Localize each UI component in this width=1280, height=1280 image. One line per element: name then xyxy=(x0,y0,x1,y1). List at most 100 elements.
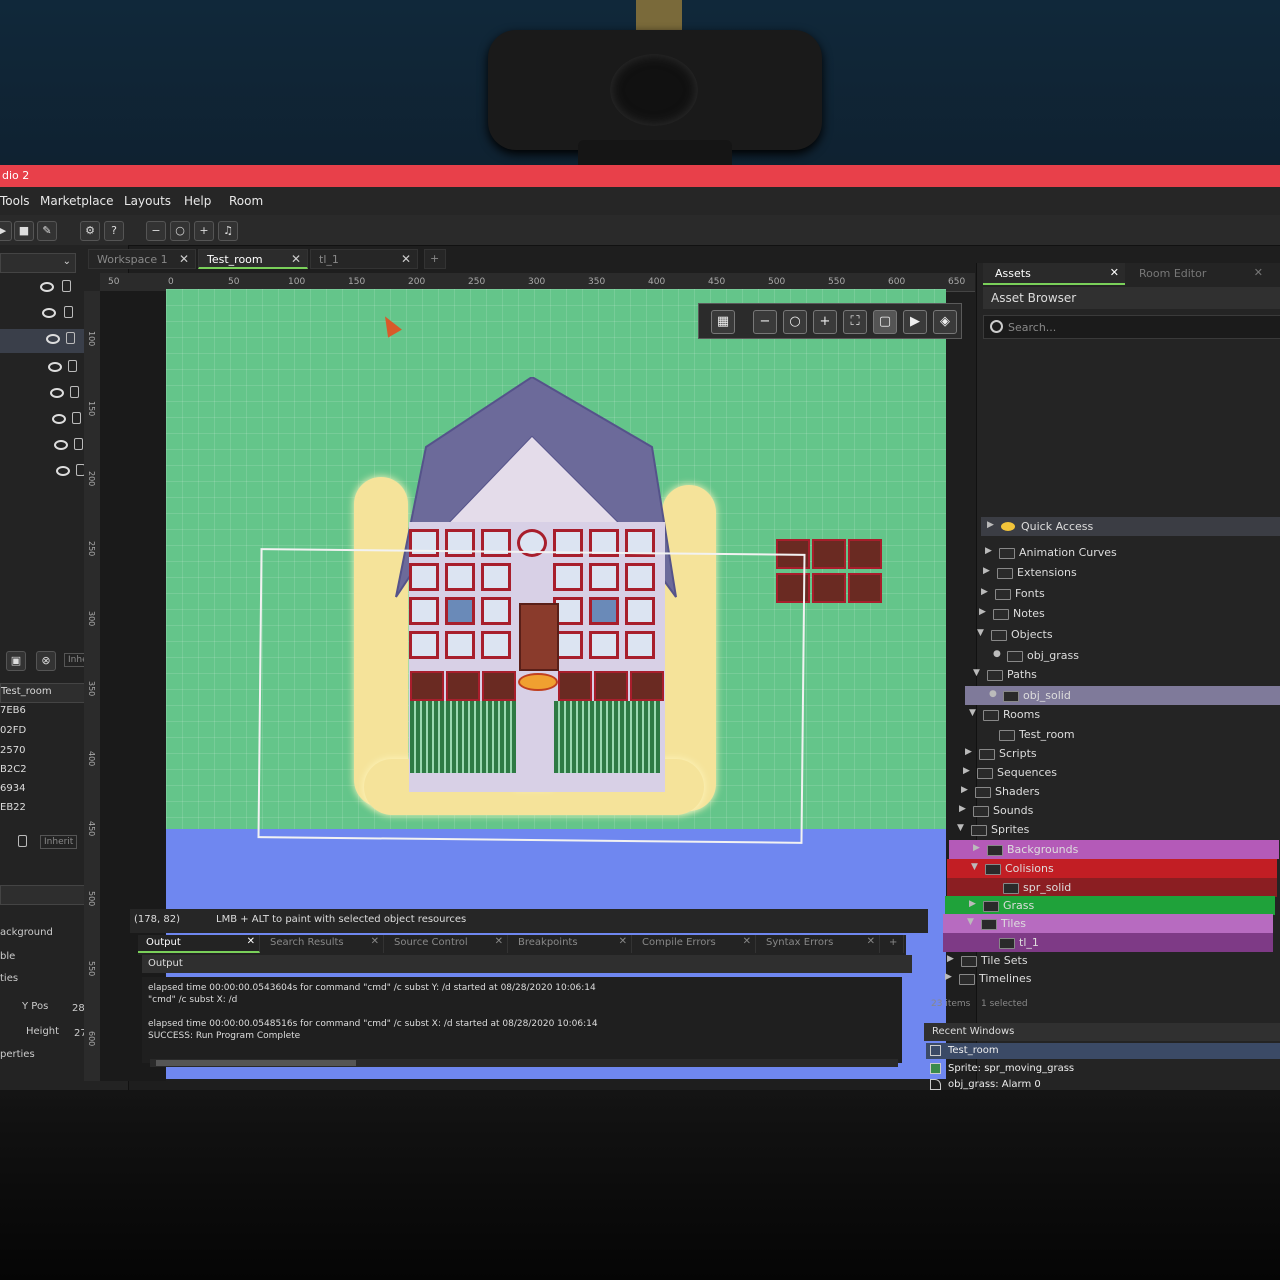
tree-item[interactable]: ▶ Animation Curves xyxy=(979,543,1280,562)
tree-item[interactable]: ▶ Scripts xyxy=(959,744,1280,763)
eye-icon[interactable] xyxy=(48,362,62,372)
tree-item[interactable]: ▶ Timelines xyxy=(939,969,1269,988)
eye-icon[interactable] xyxy=(42,308,56,318)
tree-item[interactable]: ▼ Objects xyxy=(971,625,1280,644)
close-icon[interactable]: ✕ xyxy=(401,252,411,266)
tree-item[interactable]: ▼ Tiles xyxy=(943,914,1273,933)
tree-item[interactable]: ▼ Rooms xyxy=(963,705,1280,724)
lock-icon[interactable] xyxy=(18,835,27,847)
chevron-down-icon[interactable]: ▼ xyxy=(973,668,980,678)
tree-item[interactable]: ▶ Sequences xyxy=(957,763,1280,782)
eye-icon[interactable] xyxy=(52,414,66,424)
chevron-right-icon[interactable]: ▶ xyxy=(945,972,952,982)
chevron-down-icon[interactable]: ▼ xyxy=(971,862,978,872)
menu-layouts[interactable]: Layouts xyxy=(124,194,171,208)
add-tab-button[interactable]: + xyxy=(884,935,904,953)
clean-icon[interactable]: ✎ xyxy=(37,221,57,241)
tree-item[interactable]: Test_room xyxy=(961,725,1280,744)
add-folder-icon[interactable]: ▣ xyxy=(6,651,26,671)
instance-item[interactable]: 02FD xyxy=(0,725,26,736)
tree-item[interactable]: ▼ Paths xyxy=(967,665,1280,684)
tree-item[interactable]: ▼ Sprites xyxy=(951,820,1280,839)
tile-crate[interactable] xyxy=(848,539,882,569)
tree-item[interactable]: ● obj_solid xyxy=(965,686,1280,705)
zoom-out-icon[interactable]: − xyxy=(753,310,777,334)
lock-icon[interactable] xyxy=(62,280,71,292)
bullet-icon[interactable]: ● xyxy=(989,689,997,699)
tree-item[interactable]: spr_solid xyxy=(947,878,1277,897)
tree-item[interactable]: ▶ Grass xyxy=(945,896,1275,915)
layers-icon[interactable]: ◈ xyxy=(933,310,957,334)
layer-view-dropdown[interactable]: ⌄ xyxy=(0,253,76,273)
tree-item[interactable]: ▶ Fonts xyxy=(975,584,1280,603)
close-icon[interactable]: ✕ xyxy=(867,936,875,947)
menu-room[interactable]: Room xyxy=(229,194,263,208)
tree-item[interactable]: tl_1 xyxy=(943,933,1273,952)
bullet-icon[interactable]: ● xyxy=(993,649,1001,659)
lock-icon[interactable] xyxy=(68,360,77,372)
tree-item[interactable]: ▶ Tile Sets xyxy=(941,951,1271,970)
zoom-reset-icon[interactable]: ○ xyxy=(783,310,807,334)
tree-item[interactable]: ▶ Backgrounds xyxy=(949,840,1279,859)
add-tab-button[interactable]: + xyxy=(424,249,446,269)
chevron-right-icon[interactable]: ▶ xyxy=(985,546,992,556)
chevron-down-icon[interactable]: ▼ xyxy=(969,708,976,718)
tab-output[interactable]: Output ✕ xyxy=(138,935,260,953)
tab-syntax-errors[interactable]: Syntax Errors ✕ xyxy=(758,935,880,953)
asset-search-input[interactable]: Search... xyxy=(983,315,1280,339)
output-log[interactable]: elapsed time 00:00:00.0543604s for comma… xyxy=(142,977,902,1063)
play-icon[interactable]: ▶ xyxy=(0,221,12,241)
close-icon[interactable]: ✕ xyxy=(495,936,503,947)
zoom-in-icon[interactable]: + xyxy=(813,310,837,334)
zoom-out-icon[interactable]: − xyxy=(146,221,166,241)
menu-tools[interactable]: Tools xyxy=(0,194,30,208)
chevron-right-icon[interactable]: ▶ xyxy=(969,899,976,909)
tree-item[interactable]: ● obj_grass xyxy=(969,646,1280,665)
tree-item[interactable]: ▶ Shaders xyxy=(955,782,1280,801)
close-icon[interactable]: ✕ xyxy=(619,936,627,947)
lock-icon[interactable] xyxy=(64,306,73,318)
eye-icon[interactable] xyxy=(40,282,54,292)
tab-assets[interactable]: Assets ✕ xyxy=(983,263,1125,285)
instance-item[interactable]: EB22 xyxy=(0,802,26,813)
close-icon[interactable]: ✕ xyxy=(1254,266,1263,279)
selection-rectangle[interactable] xyxy=(257,548,806,844)
tab-search-results[interactable]: Search Results ✕ xyxy=(262,935,384,953)
stop-icon[interactable]: ■ xyxy=(14,221,34,241)
chevron-right-icon[interactable]: ▶ xyxy=(979,607,986,617)
recent-window-item[interactable]: Sprite: spr_moving_grass xyxy=(926,1061,1280,1077)
close-icon[interactable]: ✕ xyxy=(371,936,379,947)
chevron-right-icon[interactable]: ▶ xyxy=(981,587,988,597)
close-icon[interactable]: ✕ xyxy=(179,252,189,266)
chevron-right-icon[interactable]: ▶ xyxy=(965,747,972,757)
tab-test-room[interactable]: Test_room ✕ xyxy=(198,249,308,269)
tile-crate[interactable] xyxy=(848,573,882,603)
tree-item[interactable]: ▼ Colisions xyxy=(947,859,1277,878)
instance-item[interactable]: B2C2 xyxy=(0,764,27,775)
chevron-right-icon[interactable]: ▶ xyxy=(961,785,968,795)
eye-icon[interactable] xyxy=(50,388,64,398)
instance-item[interactable]: 7EB6 xyxy=(0,705,26,716)
zoom-in-icon[interactable]: + xyxy=(194,221,214,241)
close-icon[interactable]: ✕ xyxy=(291,252,301,266)
lock-icon[interactable] xyxy=(72,412,81,424)
tab-tl-1[interactable]: tl_1 ✕ xyxy=(310,249,418,269)
eye-icon[interactable] xyxy=(56,466,70,476)
fit-view-icon[interactable]: ⛶ xyxy=(843,310,867,334)
tab-room-editor[interactable]: Room Editor ✕ xyxy=(1127,263,1269,285)
chevron-down-icon[interactable]: ▼ xyxy=(957,823,964,833)
chevron-down-icon[interactable]: ▼ xyxy=(977,628,984,638)
grid-icon[interactable]: ▦ xyxy=(711,310,735,334)
tree-item[interactable]: ▶ Extensions xyxy=(977,563,1280,582)
tile-crate[interactable] xyxy=(812,573,846,603)
chevron-right-icon[interactable]: ▶ xyxy=(959,804,966,814)
tree-item[interactable]: ▶ Quick Access xyxy=(981,517,1280,536)
menu-help[interactable]: Help xyxy=(184,194,211,208)
close-icon[interactable]: ✕ xyxy=(1110,266,1119,279)
lock-icon[interactable] xyxy=(66,332,75,344)
tree-item[interactable]: ▶ Sounds xyxy=(953,801,1280,820)
tab-source-control[interactable]: Source Control ✕ xyxy=(386,935,508,953)
recent-window-item[interactable]: Test_room xyxy=(926,1043,1280,1059)
eye-icon[interactable] xyxy=(46,334,60,344)
eye-icon[interactable] xyxy=(54,440,68,450)
